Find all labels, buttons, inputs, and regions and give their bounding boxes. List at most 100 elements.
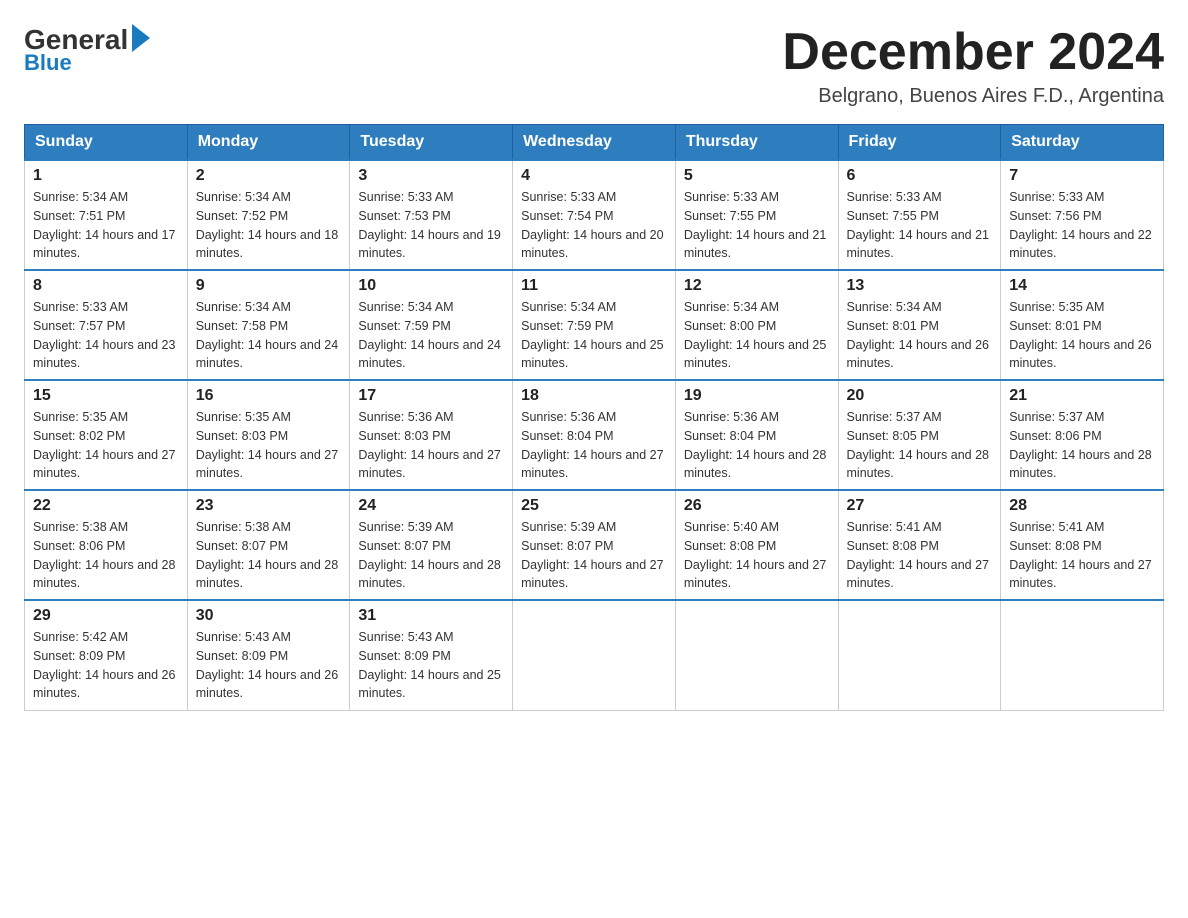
day-info: Sunrise: 5:38 AM Sunset: 8:07 PM Dayligh…: [196, 518, 342, 593]
day-info: Sunrise: 5:37 AM Sunset: 8:05 PM Dayligh…: [847, 408, 993, 483]
calendar-day-cell: 11 Sunrise: 5:34 AM Sunset: 7:59 PM Dayl…: [513, 270, 676, 380]
calendar-day-cell: 21 Sunrise: 5:37 AM Sunset: 8:06 PM Dayl…: [1001, 380, 1164, 490]
page-header: General Blue December 2024 Belgrano, Bue…: [24, 24, 1164, 108]
calendar-week-row: 15 Sunrise: 5:35 AM Sunset: 8:02 PM Dayl…: [25, 380, 1164, 490]
day-number: 23: [196, 497, 342, 515]
day-info: Sunrise: 5:38 AM Sunset: 8:06 PM Dayligh…: [33, 518, 179, 593]
calendar-day-cell: [838, 600, 1001, 710]
calendar-day-cell: 30 Sunrise: 5:43 AM Sunset: 8:09 PM Dayl…: [187, 600, 350, 710]
day-info: Sunrise: 5:34 AM Sunset: 8:01 PM Dayligh…: [847, 298, 993, 373]
calendar-header-thursday: Thursday: [675, 125, 838, 161]
day-info: Sunrise: 5:33 AM Sunset: 7:57 PM Dayligh…: [33, 298, 179, 373]
day-info: Sunrise: 5:33 AM Sunset: 7:54 PM Dayligh…: [521, 188, 667, 263]
calendar-day-cell: 16 Sunrise: 5:35 AM Sunset: 8:03 PM Dayl…: [187, 380, 350, 490]
calendar-day-cell: 18 Sunrise: 5:36 AM Sunset: 8:04 PM Dayl…: [513, 380, 676, 490]
day-number: 14: [1009, 277, 1155, 295]
day-number: 31: [358, 607, 504, 625]
day-info: Sunrise: 5:39 AM Sunset: 8:07 PM Dayligh…: [521, 518, 667, 593]
logo-blue-text: Blue: [24, 50, 72, 76]
calendar-day-cell: 6 Sunrise: 5:33 AM Sunset: 7:55 PM Dayli…: [838, 160, 1001, 270]
day-info: Sunrise: 5:35 AM Sunset: 8:01 PM Dayligh…: [1009, 298, 1155, 373]
day-number: 18: [521, 387, 667, 405]
day-number: 3: [358, 167, 504, 185]
calendar-week-row: 22 Sunrise: 5:38 AM Sunset: 8:06 PM Dayl…: [25, 490, 1164, 600]
day-info: Sunrise: 5:34 AM Sunset: 7:59 PM Dayligh…: [521, 298, 667, 373]
day-number: 30: [196, 607, 342, 625]
day-number: 13: [847, 277, 993, 295]
day-number: 29: [33, 607, 179, 625]
calendar-day-cell: 24 Sunrise: 5:39 AM Sunset: 8:07 PM Dayl…: [350, 490, 513, 600]
day-number: 9: [196, 277, 342, 295]
calendar-day-cell: 7 Sunrise: 5:33 AM Sunset: 7:56 PM Dayli…: [1001, 160, 1164, 270]
day-info: Sunrise: 5:35 AM Sunset: 8:02 PM Dayligh…: [33, 408, 179, 483]
day-number: 27: [847, 497, 993, 515]
calendar-day-cell: 1 Sunrise: 5:34 AM Sunset: 7:51 PM Dayli…: [25, 160, 188, 270]
day-info: Sunrise: 5:34 AM Sunset: 7:51 PM Dayligh…: [33, 188, 179, 263]
calendar-day-cell: 5 Sunrise: 5:33 AM Sunset: 7:55 PM Dayli…: [675, 160, 838, 270]
day-number: 8: [33, 277, 179, 295]
day-info: Sunrise: 5:34 AM Sunset: 8:00 PM Dayligh…: [684, 298, 830, 373]
day-info: Sunrise: 5:33 AM Sunset: 7:56 PM Dayligh…: [1009, 188, 1155, 263]
calendar-day-cell: 2 Sunrise: 5:34 AM Sunset: 7:52 PM Dayli…: [187, 160, 350, 270]
day-number: 11: [521, 277, 667, 295]
calendar-week-row: 1 Sunrise: 5:34 AM Sunset: 7:51 PM Dayli…: [25, 160, 1164, 270]
day-number: 19: [684, 387, 830, 405]
calendar-day-cell: 17 Sunrise: 5:36 AM Sunset: 8:03 PM Dayl…: [350, 380, 513, 490]
day-info: Sunrise: 5:41 AM Sunset: 8:08 PM Dayligh…: [847, 518, 993, 593]
calendar-day-cell: 9 Sunrise: 5:34 AM Sunset: 7:58 PM Dayli…: [187, 270, 350, 380]
day-number: 5: [684, 167, 830, 185]
day-number: 25: [521, 497, 667, 515]
calendar-header-saturday: Saturday: [1001, 125, 1164, 161]
day-info: Sunrise: 5:37 AM Sunset: 8:06 PM Dayligh…: [1009, 408, 1155, 483]
logo-arrow-icon: [132, 24, 150, 52]
day-number: 12: [684, 277, 830, 295]
day-number: 21: [1009, 387, 1155, 405]
day-info: Sunrise: 5:41 AM Sunset: 8:08 PM Dayligh…: [1009, 518, 1155, 593]
calendar-day-cell: 29 Sunrise: 5:42 AM Sunset: 8:09 PM Dayl…: [25, 600, 188, 710]
calendar-day-cell: 4 Sunrise: 5:33 AM Sunset: 7:54 PM Dayli…: [513, 160, 676, 270]
day-number: 10: [358, 277, 504, 295]
calendar-day-cell: 31 Sunrise: 5:43 AM Sunset: 8:09 PM Dayl…: [350, 600, 513, 710]
calendar-day-cell: 28 Sunrise: 5:41 AM Sunset: 8:08 PM Dayl…: [1001, 490, 1164, 600]
day-info: Sunrise: 5:43 AM Sunset: 8:09 PM Dayligh…: [196, 628, 342, 703]
day-number: 20: [847, 387, 993, 405]
location-title: Belgrano, Buenos Aires F.D., Argentina: [782, 85, 1164, 108]
calendar-day-cell: 13 Sunrise: 5:34 AM Sunset: 8:01 PM Dayl…: [838, 270, 1001, 380]
title-block: December 2024 Belgrano, Buenos Aires F.D…: [782, 24, 1164, 108]
day-info: Sunrise: 5:39 AM Sunset: 8:07 PM Dayligh…: [358, 518, 504, 593]
day-number: 26: [684, 497, 830, 515]
calendar-header-row: SundayMondayTuesdayWednesdayThursdayFrid…: [25, 125, 1164, 161]
day-info: Sunrise: 5:34 AM Sunset: 7:58 PM Dayligh…: [196, 298, 342, 373]
day-info: Sunrise: 5:36 AM Sunset: 8:03 PM Dayligh…: [358, 408, 504, 483]
day-number: 7: [1009, 167, 1155, 185]
day-number: 22: [33, 497, 179, 515]
day-number: 16: [196, 387, 342, 405]
day-number: 6: [847, 167, 993, 185]
calendar-day-cell: 3 Sunrise: 5:33 AM Sunset: 7:53 PM Dayli…: [350, 160, 513, 270]
calendar-day-cell: 19 Sunrise: 5:36 AM Sunset: 8:04 PM Dayl…: [675, 380, 838, 490]
calendar-header-friday: Friday: [838, 125, 1001, 161]
day-number: 1: [33, 167, 179, 185]
day-number: 4: [521, 167, 667, 185]
calendar-header-wednesday: Wednesday: [513, 125, 676, 161]
calendar-day-cell: 25 Sunrise: 5:39 AM Sunset: 8:07 PM Dayl…: [513, 490, 676, 600]
calendar-table: SundayMondayTuesdayWednesdayThursdayFrid…: [24, 124, 1164, 711]
day-info: Sunrise: 5:34 AM Sunset: 7:52 PM Dayligh…: [196, 188, 342, 263]
calendar-day-cell: [513, 600, 676, 710]
day-number: 28: [1009, 497, 1155, 515]
calendar-day-cell: 22 Sunrise: 5:38 AM Sunset: 8:06 PM Dayl…: [25, 490, 188, 600]
day-info: Sunrise: 5:34 AM Sunset: 7:59 PM Dayligh…: [358, 298, 504, 373]
day-info: Sunrise: 5:33 AM Sunset: 7:55 PM Dayligh…: [847, 188, 993, 263]
day-number: 2: [196, 167, 342, 185]
calendar-week-row: 8 Sunrise: 5:33 AM Sunset: 7:57 PM Dayli…: [25, 270, 1164, 380]
day-info: Sunrise: 5:33 AM Sunset: 7:53 PM Dayligh…: [358, 188, 504, 263]
calendar-day-cell: 8 Sunrise: 5:33 AM Sunset: 7:57 PM Dayli…: [25, 270, 188, 380]
calendar-day-cell: [675, 600, 838, 710]
day-info: Sunrise: 5:33 AM Sunset: 7:55 PM Dayligh…: [684, 188, 830, 263]
calendar-day-cell: 14 Sunrise: 5:35 AM Sunset: 8:01 PM Dayl…: [1001, 270, 1164, 380]
calendar-header-tuesday: Tuesday: [350, 125, 513, 161]
calendar-day-cell: 15 Sunrise: 5:35 AM Sunset: 8:02 PM Dayl…: [25, 380, 188, 490]
calendar-week-row: 29 Sunrise: 5:42 AM Sunset: 8:09 PM Dayl…: [25, 600, 1164, 710]
day-info: Sunrise: 5:40 AM Sunset: 8:08 PM Dayligh…: [684, 518, 830, 593]
day-number: 24: [358, 497, 504, 515]
